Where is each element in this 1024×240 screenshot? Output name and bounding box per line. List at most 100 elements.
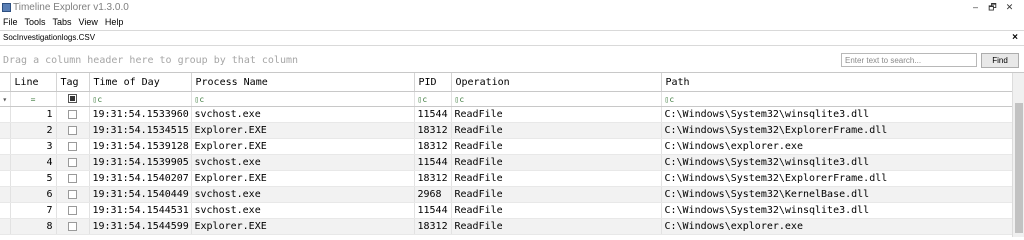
cell-operation[interactable]: ReadFile: [451, 170, 662, 187]
cell-path[interactable]: C:\Windows\System32\ExplorerFrame.dll: [661, 170, 1013, 187]
tag-checkbox[interactable]: [68, 141, 77, 151]
cell-pid[interactable]: 11544: [414, 154, 452, 171]
cell-pid[interactable]: 2968: [414, 186, 452, 203]
cell-time-of-day[interactable]: 19:31:54.1540449: [89, 186, 192, 203]
cell-line[interactable]: 6: [10, 186, 57, 203]
cell-time-of-day[interactable]: 19:31:54.1539905: [89, 154, 192, 171]
table-row[interactable]: 8 19:31:54.1544599 Explorer.EXE 18312 ReadFi…: [0, 218, 1013, 235]
cell-process-name[interactable]: Explorer.EXE: [191, 218, 415, 235]
column-header-pid[interactable]: PID: [414, 73, 452, 92]
row-indicator[interactable]: [0, 138, 11, 155]
cell-path[interactable]: C:\Windows\System32\winsqlite3.dll: [661, 106, 1013, 123]
line-filter-cell[interactable]: =: [10, 91, 57, 107]
cell-line[interactable]: 3: [10, 138, 57, 155]
cell-pid[interactable]: 18312: [414, 122, 452, 139]
cell-time-of-day[interactable]: 19:31:54.1534515: [89, 122, 192, 139]
cell-line[interactable]: 7: [10, 202, 57, 219]
cell-operation[interactable]: ReadFile: [451, 154, 662, 171]
table-row[interactable]: 5 19:31:54.1540207 Explorer.EXE 18312 ReadFi…: [0, 170, 1013, 187]
close-window-button[interactable]: ✕: [1001, 1, 1018, 14]
text-filter-icon[interactable]: ▯c: [455, 95, 465, 104]
tag-filter-cell[interactable]: [56, 91, 90, 107]
cell-path[interactable]: C:\Windows\System32\KernelBase.dll: [661, 186, 1013, 203]
tag-checkbox[interactable]: [68, 157, 77, 167]
pid-filter-cell[interactable]: ▯c: [414, 91, 452, 107]
table-row[interactable]: 4 19:31:54.1539905 svchost.exe 11544 ReadFil…: [0, 154, 1013, 171]
column-header-line[interactable]: Line: [10, 73, 57, 92]
row-indicator[interactable]: [0, 186, 11, 203]
search-input[interactable]: [841, 53, 977, 67]
cell-path[interactable]: C:\Windows\System32\winsqlite3.dll: [661, 202, 1013, 219]
process-filter-cell[interactable]: ▯c: [191, 91, 415, 107]
cell-pid[interactable]: 11544: [414, 106, 452, 123]
cell-tag[interactable]: [56, 170, 90, 187]
cell-process-name[interactable]: Explorer.EXE: [191, 170, 415, 187]
cell-pid[interactable]: 11544: [414, 202, 452, 219]
find-button[interactable]: Find: [981, 53, 1019, 68]
cell-time-of-day[interactable]: 19:31:54.1540207: [89, 170, 192, 187]
cell-pid[interactable]: 18312: [414, 170, 452, 187]
menu-help[interactable]: Help: [102, 17, 128, 27]
column-header-path[interactable]: Path: [661, 73, 1013, 92]
cell-process-name[interactable]: svchost.exe: [191, 202, 415, 219]
row-indicator[interactable]: [0, 154, 11, 171]
equals-filter-icon[interactable]: =: [31, 95, 36, 104]
text-filter-icon[interactable]: ▯c: [195, 95, 205, 104]
row-indicator[interactable]: [0, 170, 11, 187]
cell-tag[interactable]: [56, 202, 90, 219]
tag-checkbox[interactable]: [68, 125, 77, 135]
cell-pid[interactable]: 18312: [414, 218, 452, 235]
text-filter-icon[interactable]: ▯c: [93, 95, 103, 104]
tag-checkbox[interactable]: [68, 173, 77, 183]
tag-checkbox[interactable]: [68, 221, 77, 231]
cell-time-of-day[interactable]: 19:31:54.1539128: [89, 138, 192, 155]
tab-close-icon[interactable]: ×: [1012, 32, 1018, 43]
cell-operation[interactable]: ReadFile: [451, 218, 662, 235]
cell-operation[interactable]: ReadFile: [451, 202, 662, 219]
tag-checkbox[interactable]: [68, 205, 77, 215]
cell-line[interactable]: 2: [10, 122, 57, 139]
cell-pid[interactable]: 18312: [414, 138, 452, 155]
column-header-tag[interactable]: Tag: [56, 73, 90, 92]
cell-process-name[interactable]: svchost.exe: [191, 106, 415, 123]
text-filter-icon[interactable]: ▯c: [665, 95, 675, 104]
text-filter-icon[interactable]: ▯c: [418, 95, 428, 104]
group-by-panel[interactable]: Drag a column header here to group by th…: [0, 50, 1024, 72]
cell-line[interactable]: 1: [10, 106, 57, 123]
scrollbar-thumb[interactable]: [1015, 103, 1023, 233]
cell-process-name[interactable]: svchost.exe: [191, 186, 415, 203]
cell-line[interactable]: 8: [10, 218, 57, 235]
cell-tag[interactable]: [56, 218, 90, 235]
time-filter-cell[interactable]: ▯c: [89, 91, 192, 107]
cell-operation[interactable]: ReadFile: [451, 186, 662, 203]
menu-file[interactable]: File: [0, 17, 22, 27]
cell-path[interactable]: C:\Windows\explorer.exe: [661, 218, 1013, 235]
menu-tabs[interactable]: Tabs: [50, 17, 76, 27]
column-header-operation[interactable]: Operation: [451, 73, 662, 92]
cell-tag[interactable]: [56, 106, 90, 123]
cell-tag[interactable]: [56, 154, 90, 171]
table-row[interactable]: 2 19:31:54.1534515 Explorer.EXE 18312 ReadFi…: [0, 122, 1013, 139]
menu-view[interactable]: View: [76, 17, 102, 27]
cell-tag[interactable]: [56, 138, 90, 155]
cell-path[interactable]: C:\Windows\System32\ExplorerFrame.dll: [661, 122, 1013, 139]
table-row[interactable]: 3 19:31:54.1539128 Explorer.EXE 18312 ReadFi…: [0, 138, 1013, 155]
cell-tag[interactable]: [56, 122, 90, 139]
cell-time-of-day[interactable]: 19:31:54.1544531: [89, 202, 192, 219]
cell-time-of-day[interactable]: 19:31:54.1544599: [89, 218, 192, 235]
cell-time-of-day[interactable]: 19:31:54.1533960: [89, 106, 192, 123]
cell-line[interactable]: 4: [10, 154, 57, 171]
tag-filter-checkbox[interactable]: [68, 94, 77, 103]
table-row[interactable]: 6 19:31:54.1540449 svchost.exe 2968 ReadFile…: [0, 186, 1013, 203]
tag-checkbox[interactable]: [68, 109, 77, 119]
row-indicator[interactable]: [0, 122, 11, 139]
table-row[interactable]: 1 19:31:54.1533960 svchost.exe 11544 ReadFil…: [0, 106, 1013, 123]
cell-operation[interactable]: ReadFile: [451, 138, 662, 155]
cell-operation[interactable]: ReadFile: [451, 122, 662, 139]
cell-path[interactable]: C:\Windows\System32\winsqlite3.dll: [661, 154, 1013, 171]
row-indicator[interactable]: [0, 218, 11, 235]
row-indicator[interactable]: [0, 202, 11, 219]
tab-socinvestigationlogs[interactable]: SocInvestigationlogs.CSV: [3, 33, 95, 42]
vertical-scrollbar[interactable]: [1012, 73, 1024, 237]
cell-process-name[interactable]: Explorer.EXE: [191, 138, 415, 155]
